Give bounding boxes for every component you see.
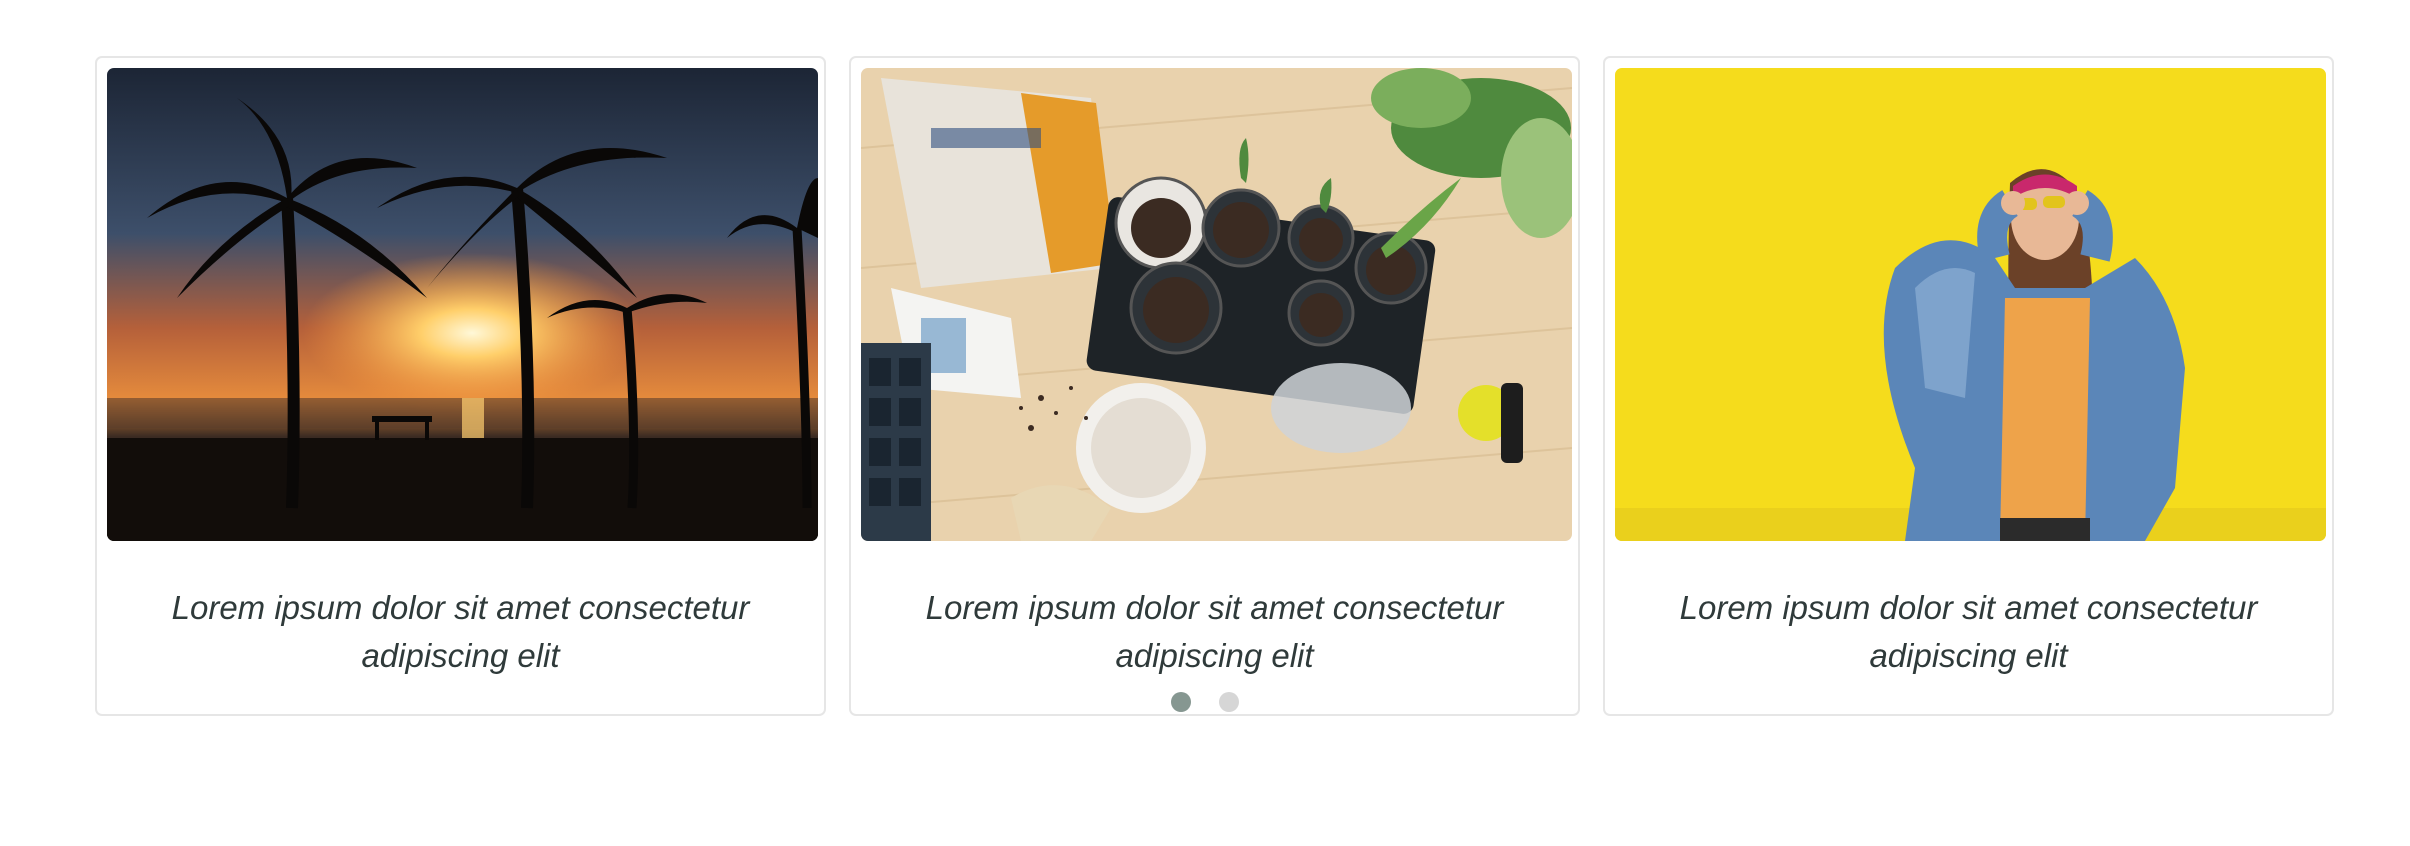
- card-caption: Lorem ipsum dolor sit amet consectetur a…: [925, 589, 1504, 674]
- gardening-plants-image: [861, 68, 1572, 541]
- carousel-pagination: [1171, 692, 1239, 712]
- card-carousel: Lorem ipsum dolor sit amet consectetur a…: [95, 56, 2335, 716]
- pagination-dot-1[interactable]: [1171, 692, 1191, 712]
- pagination-dot-2[interactable]: [1219, 692, 1239, 712]
- carousel-card[interactable]: Lorem ipsum dolor sit amet consectetur a…: [849, 56, 1580, 716]
- carousel-track: Lorem ipsum dolor sit amet consectetur a…: [95, 56, 2335, 716]
- woman-yellow-wall-image: [1615, 68, 2326, 541]
- card-caption: Lorem ipsum dolor sit amet consectetur a…: [1679, 589, 2258, 674]
- card-caption: Lorem ipsum dolor sit amet consectetur a…: [171, 589, 750, 674]
- carousel-card[interactable]: Lorem ipsum dolor sit amet consectetur a…: [95, 56, 826, 716]
- carousel-card[interactable]: Lorem ipsum dolor sit amet consectetur a…: [1603, 56, 2334, 716]
- sunset-palm-trees-image: [107, 68, 818, 541]
